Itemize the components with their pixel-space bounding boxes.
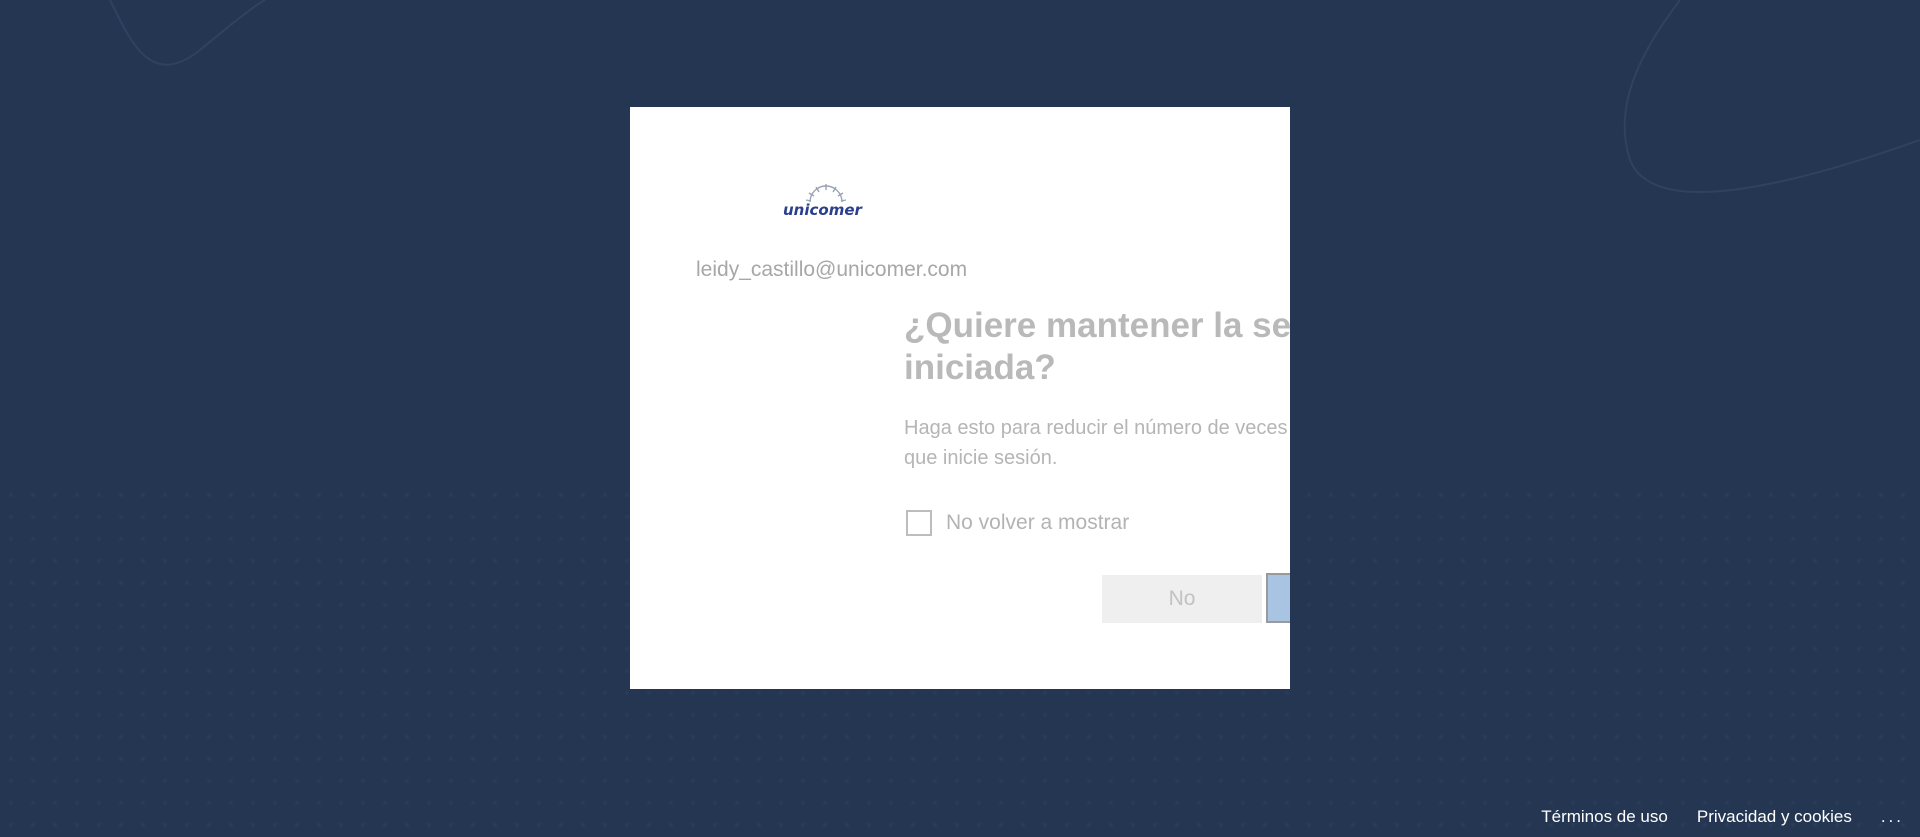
privacy-link[interactable]: Privacidad y cookies (1697, 807, 1852, 827)
sign-in-card: unicomer leidy_castillo@unicomer.com ¿Qu… (630, 107, 1290, 689)
dont-show-again-label[interactable]: No volver a mostrar (946, 511, 1129, 535)
unicomer-logo-text: unicomer (783, 201, 862, 219)
page-title: ¿Quiere mantener la sesión iniciada? (904, 306, 1290, 387)
footer: Términos de uso Privacidad y cookies ... (1512, 807, 1904, 827)
dont-show-again-row[interactable]: No volver a mostrar (906, 510, 1129, 536)
description-text: Haga esto para reducir el número de vece… (904, 417, 1290, 469)
no-button[interactable]: No (1102, 575, 1262, 623)
terms-link[interactable]: Términos de uso (1541, 807, 1668, 827)
ellipsis-icon[interactable]: ... (1881, 807, 1904, 827)
account-identity: leidy_castillo@unicomer.com (696, 258, 968, 281)
dont-show-again-checkbox[interactable] (906, 510, 932, 536)
yes-button[interactable]: Sí (1266, 573, 1290, 623)
